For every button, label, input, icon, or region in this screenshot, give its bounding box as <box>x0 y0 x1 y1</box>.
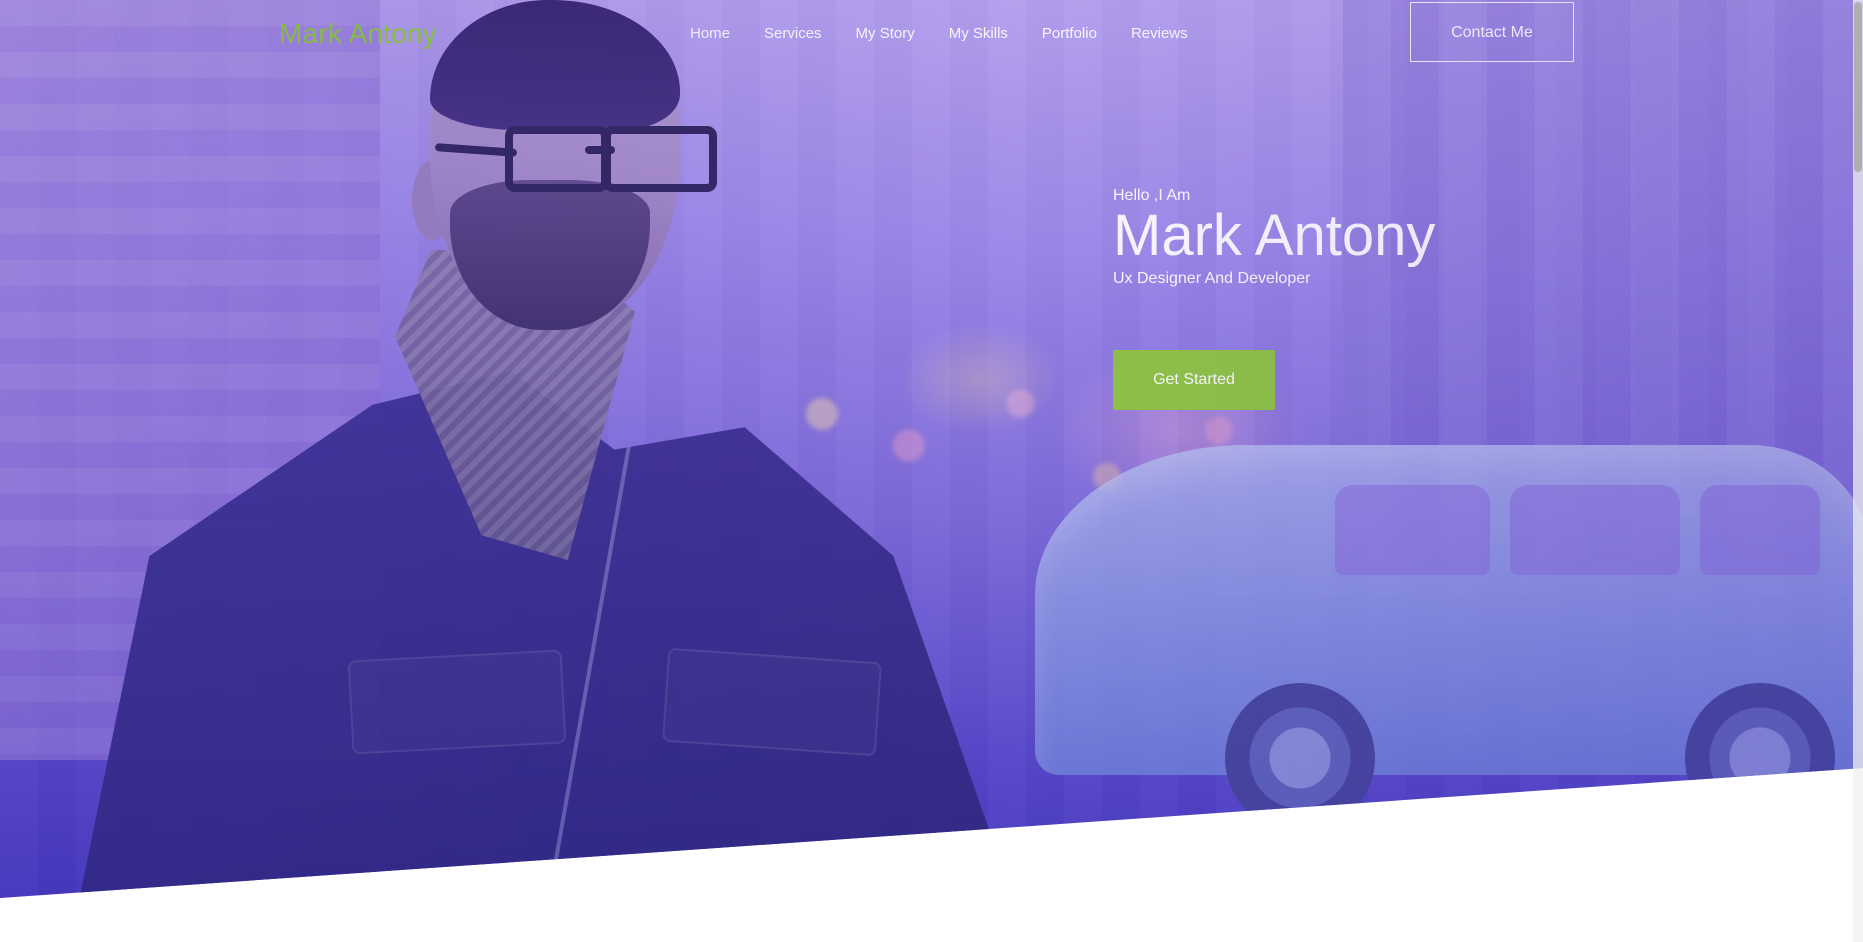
nav-home-link[interactable]: Home <box>690 24 730 44</box>
hero-name: Mark Antony <box>1113 203 1436 268</box>
glasses-arm <box>434 143 518 157</box>
scrollbar-thumb[interactable] <box>1854 2 1862 172</box>
hero-intro: Hello ,I Am Mark Antony Ux Designer And … <box>1113 186 1533 289</box>
car-wheel <box>1225 683 1375 833</box>
car-window <box>1700 485 1820 575</box>
get-started-button[interactable]: Get Started <box>1113 350 1275 410</box>
person-neck <box>500 180 625 310</box>
nav-my-story-link[interactable]: My Story <box>856 24 915 44</box>
glasses-lens <box>505 126 609 192</box>
nav-my-skills-link[interactable]: My Skills <box>949 24 1008 44</box>
jacket-zipper <box>551 399 639 874</box>
hero-section: Mark Antony Home Services My Story My Sk… <box>0 0 1863 898</box>
person-head <box>430 10 680 320</box>
main-navigation: Home Services My Story My Skills Portfol… <box>690 24 1188 44</box>
hero-role: Ux Designer And Developer <box>1113 270 1311 287</box>
person-hair <box>430 0 680 130</box>
vertical-scrollbar[interactable] <box>1853 0 1863 942</box>
person-jacket <box>75 371 1005 898</box>
jacket-pocket <box>347 649 567 755</box>
car-wheel <box>1685 683 1835 833</box>
nav-portfolio-link[interactable]: Portfolio <box>1042 24 1097 44</box>
top-navbar: Mark Antony Home Services My Story My Sk… <box>0 0 1863 70</box>
hero-greeting: Hello ,I Am <box>1113 187 1191 204</box>
nav-services-link[interactable]: Services <box>764 24 822 44</box>
background-building-left <box>0 0 380 760</box>
nav-reviews-link[interactable]: Reviews <box>1131 24 1188 44</box>
person-beard <box>450 180 650 330</box>
person-ear <box>412 160 454 240</box>
street-lights <box>760 330 1380 540</box>
brand-logo[interactable]: Mark Antony <box>279 17 437 51</box>
hero-person-image <box>75 0 1005 898</box>
background-car <box>1035 445 1863 833</box>
glasses-lens <box>603 126 717 192</box>
contact-me-button[interactable]: Contact Me <box>1410 2 1574 62</box>
landing-page: Mark Antony Home Services My Story My Sk… <box>0 0 1863 942</box>
car-window <box>1335 485 1490 575</box>
car-window <box>1510 485 1680 575</box>
person-scarf <box>395 250 635 560</box>
background-building-right <box>1343 0 1863 560</box>
glasses-bridge <box>585 146 615 154</box>
jacket-pocket <box>661 647 883 757</box>
